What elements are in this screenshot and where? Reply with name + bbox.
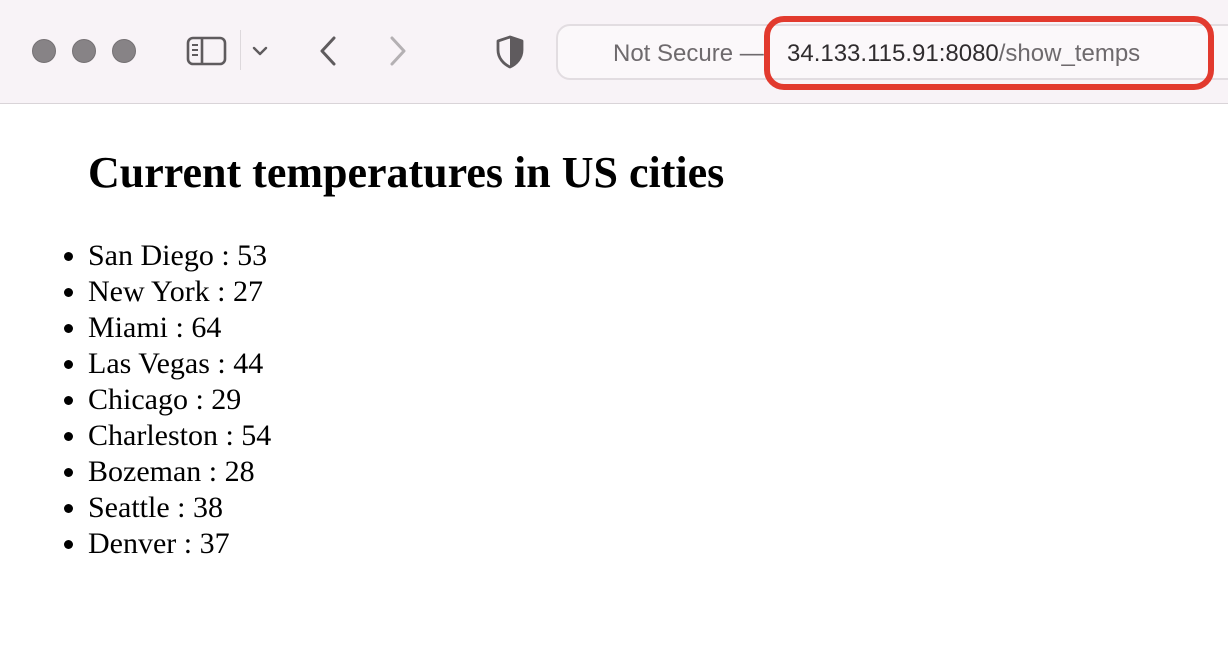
list-item: New York : 27 [88,274,271,310]
list-item: Charleston : 54 [88,418,271,454]
close-window-button[interactable] [32,39,56,63]
url-host: 34.133.115.91:8080 [787,40,999,67]
list-item: Las Vegas : 44 [88,346,271,382]
list-item: Bozeman : 28 [88,454,271,490]
list-item: Miami : 64 [88,310,271,346]
address-bar[interactable]: Not Secure — 34.133.115.91:8080/show_tem… [556,24,1228,80]
minimize-window-button[interactable] [72,39,96,63]
shield-icon [496,35,524,69]
list-item: Seattle : 38 [88,490,271,526]
list-item: San Diego : 53 [88,238,271,274]
back-arrow-icon [320,36,336,66]
page-title: Current temperatures in US cities [88,148,725,197]
url-text: 34.133.115.91:8080/show_temps [787,40,1140,68]
url-path: /show_temps [998,40,1141,67]
privacy-report-button[interactable] [494,34,526,70]
back-button[interactable] [314,32,342,70]
not-secure-label: Not Secure — [613,40,764,67]
list-item: Chicago : 29 [88,382,271,418]
zoom-window-button[interactable] [112,39,136,63]
sidebar-toggle-button[interactable] [186,34,228,68]
sidebar-menu-button[interactable] [250,40,270,62]
forward-arrow-icon [390,36,406,66]
forward-button[interactable] [384,32,412,70]
toolbar-divider [240,30,241,70]
page-content: Current temperatures in US cities San Di… [0,104,1228,648]
list-item: Denver : 37 [88,526,271,562]
chevron-down-icon [252,46,268,56]
city-temperature-list: San Diego : 53 New York : 27 Miami : 64 … [0,238,271,562]
sidebar-icon [186,36,227,66]
browser-toolbar: Not Secure — 34.133.115.91:8080/show_tem… [0,0,1228,104]
